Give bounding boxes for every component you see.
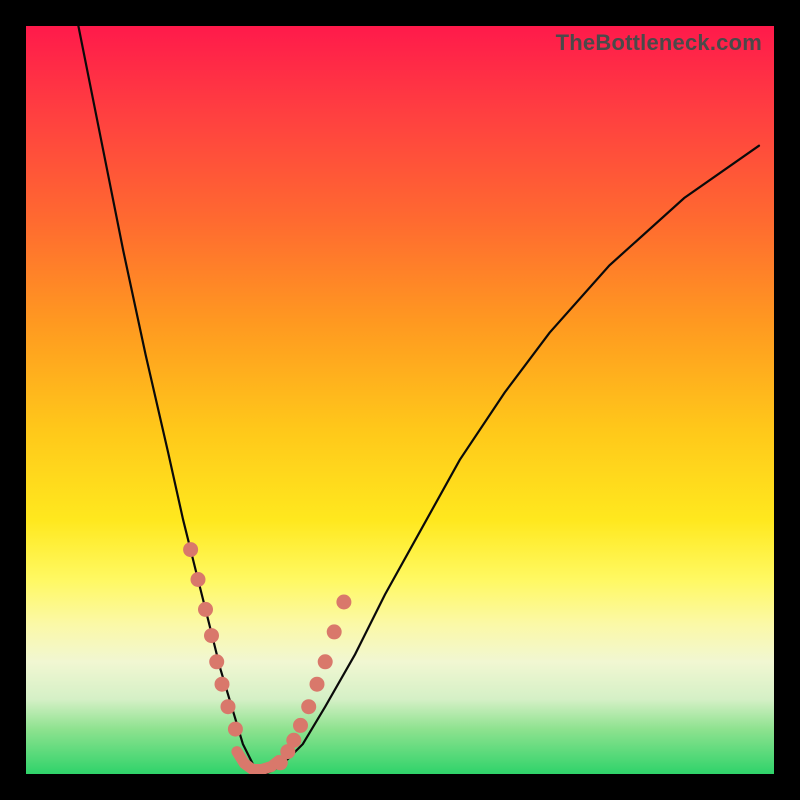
marker-point xyxy=(183,542,198,557)
marker-point xyxy=(336,595,351,610)
curve-svg xyxy=(26,26,774,774)
marker-point xyxy=(286,733,301,748)
bottleneck-curve xyxy=(78,26,759,774)
marker-point xyxy=(327,624,342,639)
marker-point xyxy=(198,602,213,617)
marker-point xyxy=(310,677,325,692)
curve-tip-highlight xyxy=(237,752,279,770)
marker-point xyxy=(191,572,206,587)
marker-point xyxy=(204,628,219,643)
outer-frame: TheBottleneck.com xyxy=(0,0,800,800)
marker-point xyxy=(318,654,333,669)
marker-point xyxy=(301,699,316,714)
marker-group xyxy=(183,542,351,770)
plot-area: TheBottleneck.com xyxy=(26,26,774,774)
marker-point xyxy=(228,722,243,737)
marker-point xyxy=(209,654,224,669)
marker-point xyxy=(221,699,236,714)
marker-point xyxy=(293,718,308,733)
marker-point xyxy=(215,677,230,692)
